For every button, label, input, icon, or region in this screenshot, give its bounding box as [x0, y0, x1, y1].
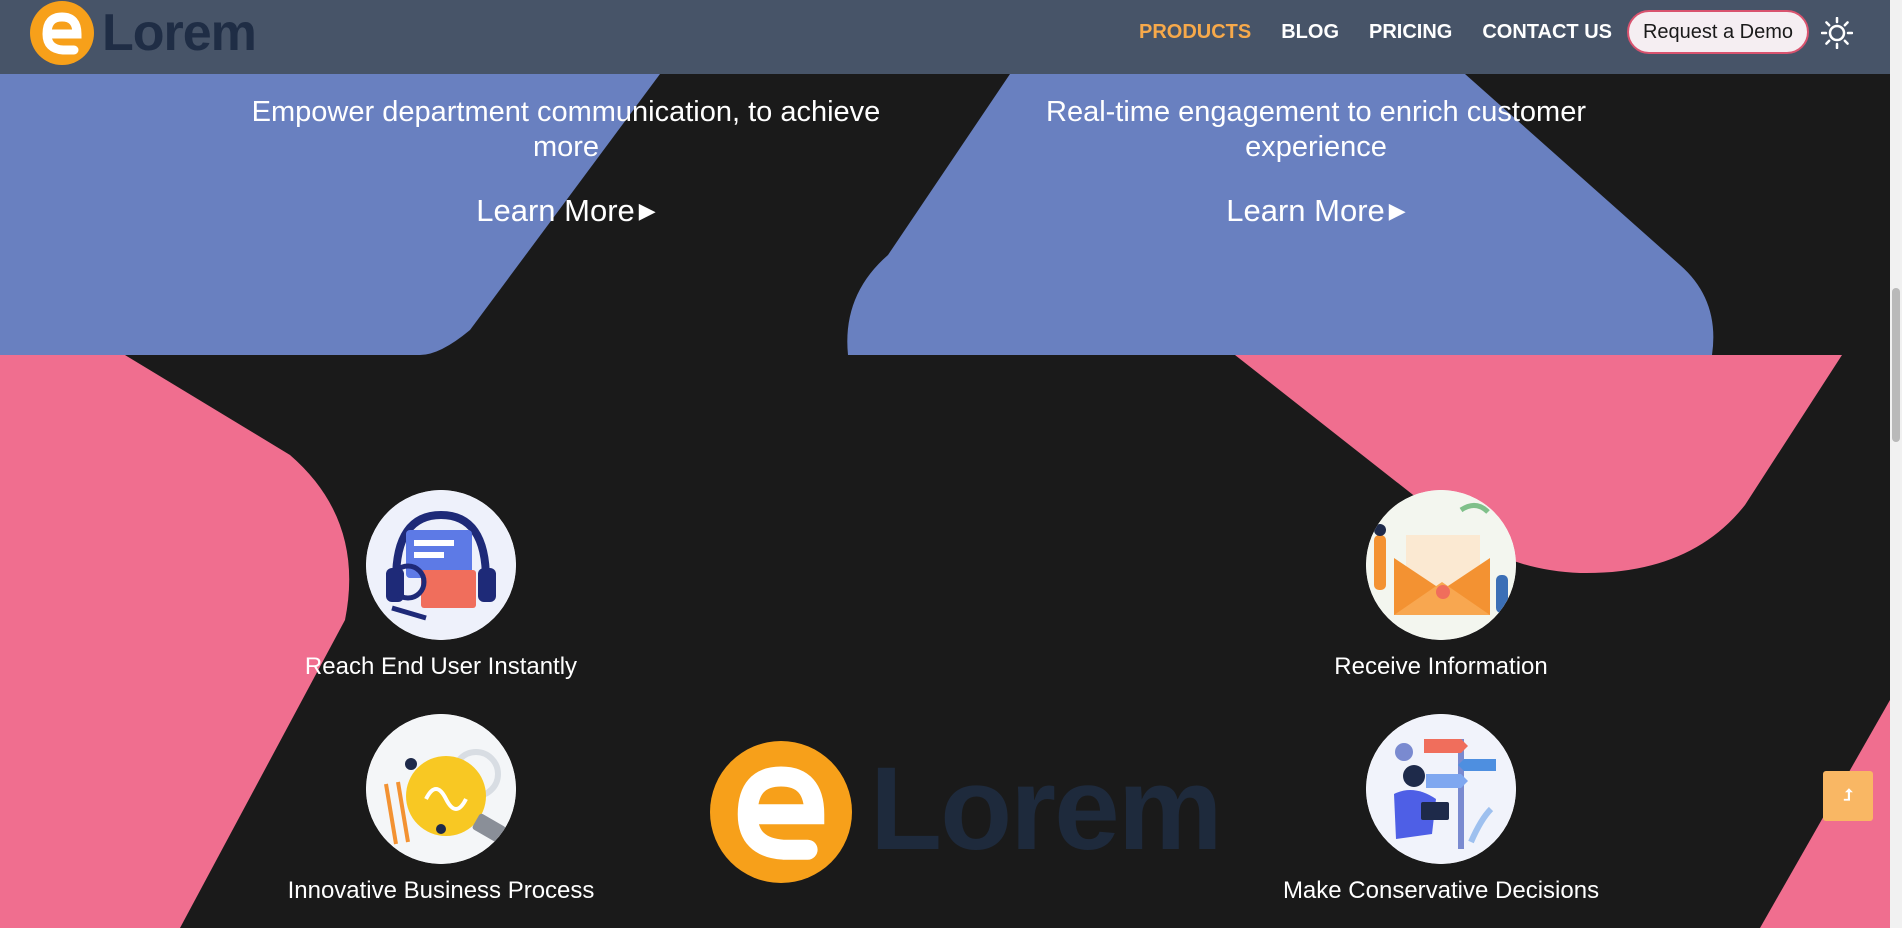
nav-links: PRODUCTS BLOG PRICING CONTACT US	[1139, 20, 1642, 44]
feature-label: Innovative Business Process	[287, 877, 595, 904]
caret-right-icon: ▶	[638, 198, 656, 223]
caret-right-icon: ▶	[1388, 198, 1406, 223]
page-scrollbar[interactable]	[1890, 0, 1902, 928]
envelope-illustration-icon	[1366, 490, 1516, 640]
feature-label: Receive Information	[1334, 653, 1548, 680]
footer-logo: Lorem	[708, 739, 1228, 889]
learn-more-link-left[interactable]: Learn More ▶	[476, 193, 655, 229]
feature-receive-information[interactable]: Receive Information	[1271, 490, 1611, 682]
scrollbar-thumb[interactable]	[1892, 288, 1900, 442]
feature-make-decisions[interactable]: Make Conservative Decisions	[1271, 714, 1611, 906]
page: Lorem PRODUCTS BLOG PRICING CONTACT US R…	[0, 0, 1890, 928]
feature-label: Make Conservative Decisions	[1282, 877, 1600, 904]
feature-innovative-business[interactable]: Innovative Business Process	[271, 714, 611, 906]
scroll-to-top-button[interactable]: ⮥	[1823, 771, 1873, 821]
hero-right-tagline: Real-time engagement to enrich customer …	[1046, 96, 1586, 163]
signpost-illustration-icon	[1366, 714, 1516, 864]
brand-name: Lorem	[102, 4, 257, 62]
hero-right: Real-time engagement to enrich customer …	[1016, 95, 1616, 229]
lightbulb-illustration-icon	[366, 714, 516, 864]
footer-logo-text: Lorem	[870, 743, 1223, 875]
nav-products[interactable]: PRODUCTS	[1139, 20, 1251, 44]
feature-reach-end-user[interactable]: Reach End User Instantly	[271, 490, 611, 682]
sun-icon[interactable]	[1820, 16, 1854, 50]
nav-contact-us[interactable]: CONTACT US	[1482, 20, 1612, 44]
arrow-up-icon: ⮥	[1843, 787, 1853, 804]
nav-pricing[interactable]: PRICING	[1369, 20, 1452, 44]
hero-left: Empower department communication, to ach…	[232, 95, 900, 229]
logo-e-mark-icon	[710, 741, 852, 883]
learn-more-label: Learn More	[1226, 193, 1385, 228]
hero-left-tagline: Empower department communication, to ach…	[251, 96, 881, 163]
customer-support-illustration-icon	[366, 490, 516, 640]
feature-label: Reach End User Instantly	[304, 653, 578, 680]
brand-logo[interactable]: Lorem	[30, 1, 260, 65]
logo-e-mark-icon	[30, 1, 94, 65]
learn-more-label: Learn More	[476, 193, 635, 228]
nav-blog[interactable]: BLOG	[1281, 20, 1339, 44]
top-navbar: Lorem PRODUCTS BLOG PRICING CONTACT US R…	[0, 0, 1890, 74]
request-demo-button[interactable]: Request a Demo	[1627, 10, 1809, 54]
learn-more-link-right[interactable]: Learn More ▶	[1226, 193, 1405, 229]
